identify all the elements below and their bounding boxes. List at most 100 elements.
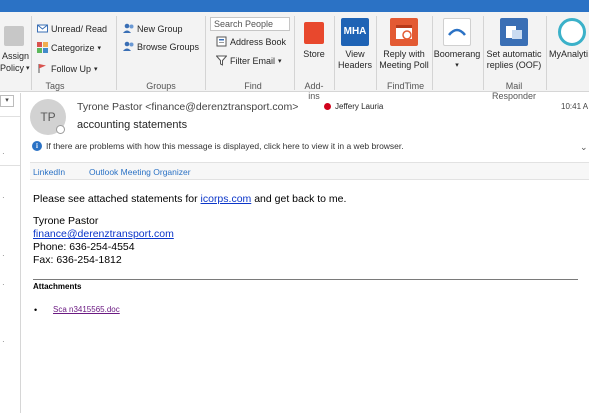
assign-policy-icon — [4, 26, 24, 46]
groups-group-label: Groups — [146, 81, 176, 91]
signature-fax: Fax: 636-254-1812 — [33, 254, 122, 266]
new-group-label: New Group — [137, 23, 183, 34]
assign-policy-button[interactable]: Assign — [2, 51, 29, 61]
replies-oof-label: replies (OOF) — [486, 60, 542, 70]
reply-with-label: Reply with — [383, 49, 425, 59]
myanalytics-button[interactable]: MyAnalyti — [546, 18, 589, 60]
unread-read-button[interactable]: Unread/ Read — [37, 23, 107, 34]
ribbon-separator — [205, 16, 206, 90]
automatic-replies-button[interactable]: Set automatic replies (OOF) — [484, 18, 544, 71]
browse-groups-button[interactable]: Browse Groups — [123, 41, 199, 52]
address-book-label: Address Book — [230, 36, 287, 47]
ribbon-separator — [376, 16, 377, 90]
info-bar[interactable]: i If there are problems with how this me… — [30, 138, 589, 154]
set-automatic-label: Set automatic — [486, 49, 542, 59]
envelope-icon — [37, 23, 48, 34]
message-subject: accounting statements — [77, 119, 188, 131]
new-group-button[interactable]: New Group — [123, 23, 183, 34]
chevron-down-icon: ▾ — [455, 62, 459, 69]
flag-icon — [37, 63, 48, 74]
received-time: 10:41 A — [561, 102, 589, 111]
address-book-button[interactable]: Address Book — [216, 36, 286, 47]
follow-up-button[interactable]: Follow Up ▾ — [37, 63, 98, 74]
recipient-name: Jeffery Lauria — [335, 102, 384, 111]
view-headers-label-2: Headers — [337, 60, 373, 70]
title-bar-strip — [0, 0, 589, 12]
mail-responder-group-label: Mail Responder — [491, 81, 537, 101]
reply-with-meeting-poll-button[interactable]: Reply with Meeting Poll — [378, 18, 430, 71]
address-book-icon — [216, 36, 227, 47]
divider — [0, 116, 20, 117]
bullet: • — [34, 305, 38, 315]
attachment-link[interactable]: Sca n3415565.doc — [53, 305, 120, 314]
domain-link[interactable]: icorps.com — [201, 193, 252, 205]
folder-dropdown[interactable]: ▾ — [0, 95, 14, 107]
divider — [0, 165, 20, 166]
categorize-label: Categorize — [51, 42, 95, 53]
signature-phone: Phone: 636-254-4554 — [33, 241, 135, 253]
store-icon — [304, 22, 324, 44]
chevron-down-icon: ▾ — [5, 97, 9, 104]
boomerang-label: Boomerang — [433, 49, 481, 59]
follow-up-label: Follow Up — [51, 63, 92, 74]
body-line-1: Please see attached statements for icorp… — [33, 193, 346, 205]
folder-mark: · — [2, 337, 5, 346]
ribbon: Assign Policy ▾ Unread/ Read Categorize … — [0, 12, 589, 101]
chevron-down-icon: ▾ — [26, 65, 30, 72]
chevron-down-icon[interactable]: ⌄ — [580, 142, 588, 153]
ribbon-separator — [31, 16, 32, 90]
chevron-down-icon: ▾ — [278, 57, 282, 65]
find-group-label: Find — [244, 81, 262, 91]
myanalytics-label: MyAnalyti — [549, 49, 589, 59]
findtime-group-label: FindTime — [387, 81, 425, 91]
tags-group-label: Tags — [45, 81, 65, 91]
signature-name: Tyrone Pastor — [33, 215, 99, 227]
boomerang-icon — [443, 18, 471, 46]
chevron-down-icon: ▾ — [94, 65, 98, 73]
body-text: Please see attached statements for — [33, 193, 201, 205]
search-people-input[interactable]: Search People — [210, 17, 290, 31]
folder-mark: · — [2, 193, 5, 202]
search-people-placeholder: Search People — [214, 19, 274, 29]
filter-email-label: Filter Email — [230, 55, 276, 66]
myanalytics-icon — [558, 18, 586, 46]
group-icon — [123, 23, 134, 34]
addins-group-label: Add-ins — [304, 81, 324, 101]
folder-mark: · — [2, 280, 5, 289]
categorize-icon — [37, 42, 48, 53]
filter-email-button[interactable]: Filter Email ▾ — [215, 55, 282, 66]
filter-icon — [215, 55, 228, 66]
mha-icon: MHA — [341, 18, 369, 46]
meeting-poll-label: Meeting Poll — [379, 60, 429, 70]
view-headers-label-1: View — [345, 49, 365, 59]
tab-outlook-meeting-organizer[interactable]: Outlook Meeting Organizer — [89, 167, 191, 177]
calendar-icon — [390, 18, 418, 46]
boomerang-button[interactable]: Boomerang ▾ — [433, 18, 481, 71]
body-text: and get back to me. — [251, 193, 347, 205]
assign-label: Assign — [2, 51, 30, 61]
store-label: Store — [303, 49, 325, 59]
tab-linkedin[interactable]: LinkedIn — [33, 167, 65, 177]
ribbon-separator — [116, 16, 117, 90]
addin-tabs: LinkedIn Outlook Meeting Organizer — [30, 162, 589, 180]
browse-groups-label: Browse Groups — [137, 41, 200, 52]
presence-indicator — [56, 125, 65, 134]
folder-mark: · — [2, 251, 5, 260]
chevron-down-icon: ▾ — [97, 44, 102, 52]
signature-email-link[interactable]: finance@derenztransport.com — [33, 228, 174, 240]
sender-address[interactable]: Tyrone Pastor <finance@derenztransport.c… — [77, 101, 298, 113]
categorize-button[interactable]: Categorize ▾ — [37, 42, 101, 53]
unread-read-label: Unread/ Read — [51, 23, 108, 34]
view-headers-button[interactable]: MHA View Headers — [337, 18, 373, 71]
folder-pane-collapsed: ▾ · · · · · — [0, 93, 21, 413]
assign-policy-label-2: Policy ▾ — [0, 63, 30, 73]
store-button[interactable]: Store — [298, 20, 330, 60]
ribbon-separator — [334, 16, 335, 90]
info-icon: i — [32, 141, 42, 151]
auto-reply-icon — [500, 18, 528, 46]
recipient[interactable]: Jeffery Lauria — [324, 102, 383, 111]
info-bar-text: If there are problems with how this mess… — [46, 141, 404, 151]
presence-busy-icon — [324, 103, 331, 110]
group-icon — [123, 41, 134, 52]
folder-mark: · — [2, 149, 5, 158]
